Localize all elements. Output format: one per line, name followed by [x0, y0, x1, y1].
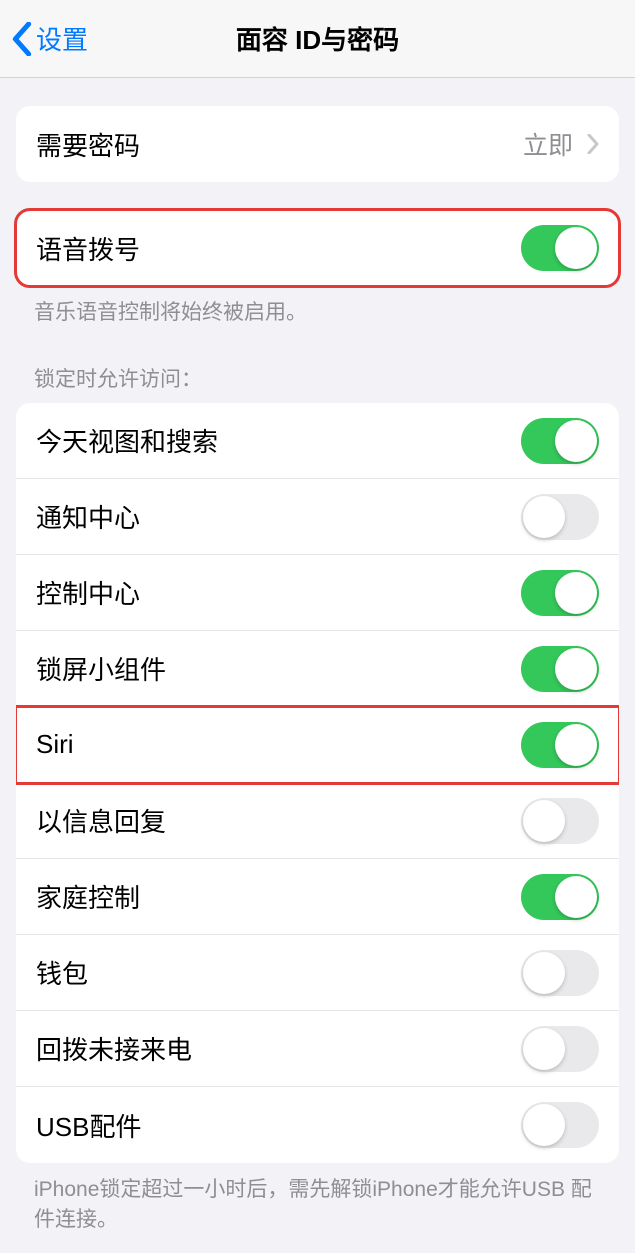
- lock-item-label: 控制中心: [36, 574, 140, 611]
- lock-item-toggle[interactable]: [521, 798, 599, 844]
- lock-item-label: 回拨未接来电: [36, 1030, 192, 1067]
- lock-section-footer: iPhone锁定超过一小时后，需先解锁iPhone才能允许USB 配件连接。: [0, 1163, 635, 1234]
- voice-dial-group: 语音拨号: [16, 210, 619, 286]
- lock-item-row: 家庭控制: [16, 859, 619, 935]
- lock-item-label: 今天视图和搜索: [36, 422, 218, 459]
- lock-item-toggle[interactable]: [521, 1026, 599, 1072]
- toggle-knob: [555, 648, 597, 690]
- lock-item-toggle[interactable]: [521, 950, 599, 996]
- lock-item-row: 回拨未接来电: [16, 1011, 619, 1087]
- toggle-knob: [555, 420, 597, 462]
- toggle-knob: [523, 952, 565, 994]
- lock-item-toggle[interactable]: [521, 646, 599, 692]
- require-passcode-row[interactable]: 需要密码 立即: [16, 106, 619, 182]
- chevron-right-icon: [587, 134, 599, 154]
- back-button[interactable]: 设置: [12, 20, 88, 57]
- lock-item-label: 以信息回复: [36, 802, 166, 839]
- nav-header: 设置 面容 ID与密码: [0, 0, 635, 78]
- lock-item-toggle[interactable]: [521, 494, 599, 540]
- chevron-left-icon: [12, 22, 32, 56]
- lock-item-row: 今天视图和搜索: [16, 403, 619, 479]
- voice-dial-label: 语音拨号: [36, 230, 140, 267]
- lock-item-row: 钱包: [16, 935, 619, 1011]
- lock-item-label: 锁屏小组件: [36, 650, 166, 687]
- lock-item-label: USB配件: [36, 1107, 141, 1144]
- back-label: 设置: [36, 20, 88, 57]
- toggle-knob: [555, 572, 597, 614]
- lock-item-label: 家庭控制: [36, 878, 140, 915]
- lock-item-toggle[interactable]: [521, 418, 599, 464]
- toggle-knob: [523, 1028, 565, 1070]
- require-passcode-value: 立即: [523, 126, 599, 162]
- lock-item-row: 锁屏小组件: [16, 631, 619, 707]
- lock-item-label: 通知中心: [36, 498, 140, 535]
- toggle-knob: [555, 724, 597, 766]
- lock-item-toggle[interactable]: [521, 570, 599, 616]
- lock-item-toggle[interactable]: [521, 1102, 599, 1148]
- toggle-knob: [523, 496, 565, 538]
- lock-item-row: USB配件: [16, 1087, 619, 1163]
- lock-item-label: 钱包: [36, 954, 88, 991]
- toggle-knob: [555, 876, 597, 918]
- lock-item-row: Siri: [16, 707, 619, 783]
- toggle-knob: [555, 227, 597, 269]
- lock-access-group: 今天视图和搜索通知中心控制中心锁屏小组件 Siri 以信息回复家庭控制钱包回拨未接来…: [16, 403, 619, 1163]
- lock-item-row: 通知中心: [16, 479, 619, 555]
- toggle-knob: [523, 1104, 565, 1146]
- lock-section-header: 锁定时允许访问：: [0, 363, 635, 403]
- lock-item-toggle[interactable]: [521, 722, 599, 768]
- lock-item-label: Siri: [36, 729, 74, 760]
- voice-dial-row: 语音拨号: [16, 210, 619, 286]
- lock-item-row: 控制中心: [16, 555, 619, 631]
- toggle-knob: [523, 800, 565, 842]
- require-passcode-value-text: 立即: [523, 126, 573, 162]
- lock-item-row: 以信息回复: [16, 783, 619, 859]
- lock-item-toggle[interactable]: [521, 874, 599, 920]
- require-passcode-label: 需要密码: [36, 126, 140, 163]
- voice-dial-toggle[interactable]: [521, 225, 599, 271]
- voice-dial-footer: 音乐语音控制将始终被启用。: [0, 286, 635, 327]
- require-passcode-group: 需要密码 立即: [16, 106, 619, 182]
- page-title: 面容 ID与密码: [236, 20, 399, 57]
